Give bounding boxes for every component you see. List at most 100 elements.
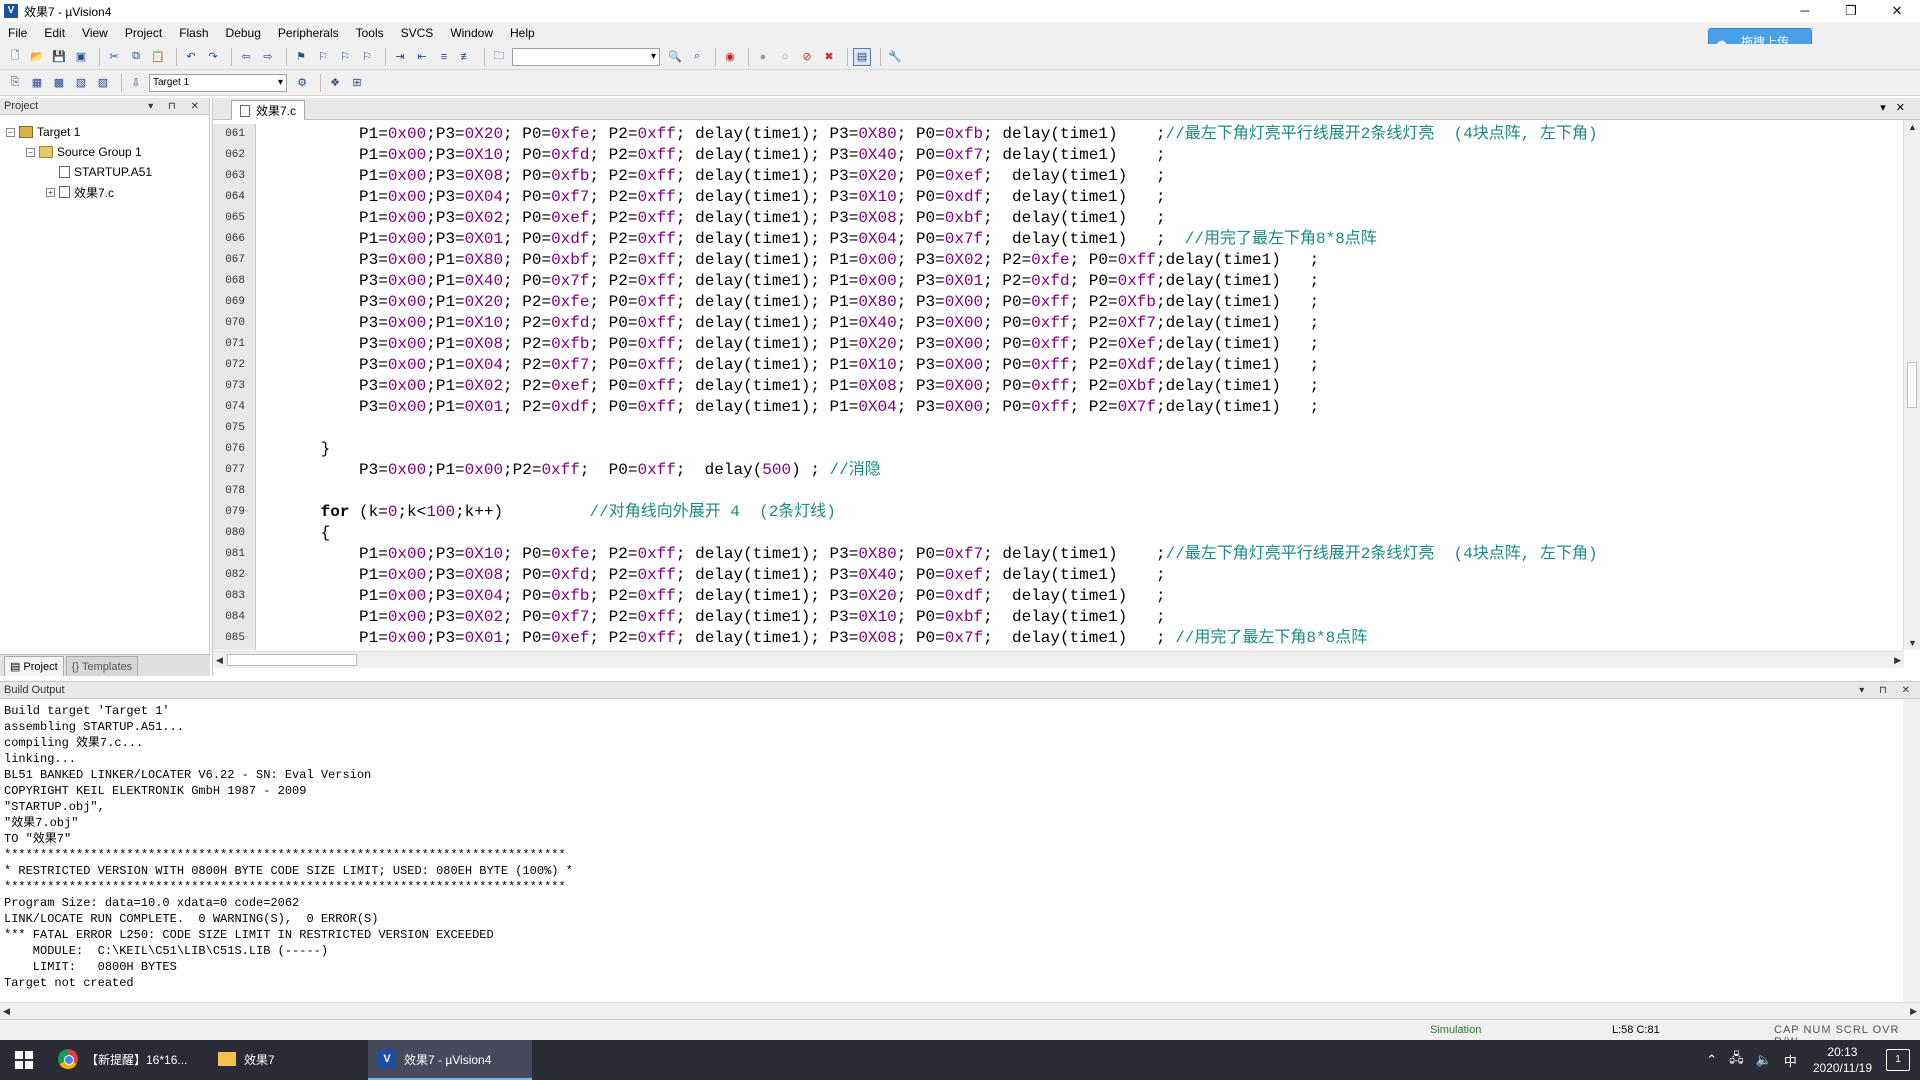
network-icon[interactable]: 🖧: [1729, 1049, 1744, 1071]
undo-icon[interactable]: ↶: [182, 48, 200, 66]
menu-tools[interactable]: Tools: [356, 26, 384, 40]
code-area[interactable]: P1=0x00;P3=0X20; P0=0xfe; P2=0xff; delay…: [263, 124, 1903, 650]
target-options-icon[interactable]: ⚙: [293, 74, 311, 92]
cut-icon[interactable]: ✂: [105, 48, 123, 66]
find-in-files-icon[interactable]: 🗀: [490, 48, 508, 66]
target-select-value: Target 1: [153, 77, 190, 88]
scroll-down-icon[interactable]: ▼: [1908, 638, 1917, 648]
incremental-find-icon[interactable]: ⌕: [688, 48, 706, 66]
select-packs-icon[interactable]: ⊞: [348, 74, 366, 92]
build-output-title: Build Output: [4, 684, 65, 696]
start-button[interactable]: [0, 1040, 48, 1080]
taskbar-item-uvision[interactable]: V 效果7 - µVision4: [368, 1040, 532, 1080]
taskbar-item-folder[interactable]: 效果7: [208, 1040, 368, 1080]
download-icon[interactable]: ⇩: [127, 74, 145, 92]
vertical-scrollbar[interactable]: ▲ ▼: [1903, 120, 1920, 650]
bookmark-prev-icon[interactable]: ⚐: [314, 48, 332, 66]
bookmark-next-icon[interactable]: ⚐: [336, 48, 354, 66]
new-file-icon[interactable]: 🗋: [6, 48, 24, 66]
panel-controls[interactable]: ▾ ⊓ ✕: [148, 101, 205, 112]
bookmark-clear-icon[interactable]: ⚐: [358, 48, 376, 66]
unindent-icon[interactable]: ⇤: [413, 48, 431, 66]
notification-center-icon[interactable]: 1: [1886, 1049, 1910, 1071]
clock[interactable]: 20:13 2020/11/19: [1813, 1044, 1872, 1076]
build-output-text[interactable]: Build target 'Target 1' assembling STARTU…: [4, 703, 573, 991]
breakpoint-kill-all-icon[interactable]: ✖: [820, 48, 838, 66]
rebuild-icon[interactable]: ▩: [50, 74, 68, 92]
scroll-left-icon[interactable]: ◀: [216, 655, 223, 666]
tab-templates[interactable]: {} Templates: [65, 656, 139, 676]
translate-icon[interactable]: ⎘: [6, 74, 24, 92]
line-number: 081: [225, 548, 245, 560]
save-all-icon[interactable]: ▣: [72, 48, 90, 66]
tree-item-source-file[interactable]: + 效果7.c: [6, 182, 152, 202]
panel-controls[interactable]: ▾ ⊓ ✕: [1859, 685, 1916, 696]
minimize-button[interactable]: ─: [1782, 0, 1828, 22]
ime-indicator[interactable]: 中: [1784, 1051, 1797, 1070]
menu-project[interactable]: Project: [125, 26, 162, 40]
nav-forward-icon[interactable]: ⇨: [259, 48, 277, 66]
maximize-button[interactable]: ❐: [1828, 0, 1874, 22]
chevron-up-icon[interactable]: ⌃: [1706, 1052, 1717, 1068]
scroll-right-icon[interactable]: ▶: [1894, 655, 1901, 666]
close-button[interactable]: ✕: [1874, 0, 1920, 22]
toolbar-separator: [286, 47, 287, 66]
uncomment-icon[interactable]: ≢: [457, 48, 475, 66]
copy-icon[interactable]: ⧉: [127, 48, 145, 66]
menu-peripherals[interactable]: Peripherals: [278, 26, 339, 40]
collapse-icon[interactable]: −: [6, 127, 15, 137]
horizontal-scrollbar[interactable]: ◀ ▶: [213, 651, 1904, 668]
toolbar-separator: [385, 47, 386, 66]
open-file-icon[interactable]: 📂: [28, 48, 46, 66]
stop-build-icon[interactable]: ▨: [94, 74, 112, 92]
taskbar-item-chrome[interactable]: 【新提醒】16*16...: [48, 1040, 208, 1080]
project-tab-icon: ▤: [10, 661, 21, 673]
menu-view[interactable]: View: [82, 26, 108, 40]
window-layout-icon[interactable]: ▤: [853, 47, 871, 66]
redo-icon[interactable]: ↷: [204, 48, 222, 66]
scroll-thumb[interactable]: [1907, 362, 1917, 408]
find-combo[interactable]: ▾: [512, 47, 660, 66]
menu-window[interactable]: Window: [450, 26, 493, 40]
debug-session-icon[interactable]: ◉: [721, 48, 739, 66]
find-icon[interactable]: 🔍: [666, 48, 684, 66]
title-bar: V 效果7 - µVision4 ─ ❐ ✕: [0, 0, 1920, 22]
target-select[interactable]: Target 1 ▾: [149, 73, 287, 92]
vertical-scrollbar[interactable]: [1903, 699, 1920, 1003]
collapse-icon[interactable]: −: [26, 147, 35, 157]
paste-icon[interactable]: 📋: [149, 48, 167, 66]
indent-icon[interactable]: ⇥: [391, 48, 409, 66]
line-number: 072: [225, 359, 245, 371]
scroll-right-icon[interactable]: ▶: [1910, 1006, 1917, 1017]
menu-help[interactable]: Help: [510, 26, 535, 40]
configure-icon[interactable]: 🔧: [886, 48, 904, 66]
horizontal-scrollbar[interactable]: ◀ ▶: [0, 1002, 1920, 1019]
tree-item-target[interactable]: − Target 1: [6, 122, 152, 142]
bookmark-toggle-icon[interactable]: ⚑: [292, 48, 310, 66]
scroll-left-icon[interactable]: ◀: [3, 1006, 10, 1017]
menu-svcs[interactable]: SVCS: [401, 26, 434, 40]
breakpoint-disable-icon[interactable]: ⊘: [798, 48, 816, 66]
breakpoint-insert-icon[interactable]: ●: [754, 48, 772, 66]
batch-build-icon[interactable]: ▧: [72, 74, 90, 92]
expand-icon[interactable]: +: [46, 187, 55, 197]
tab-source-file[interactable]: 效果7.c: [231, 100, 306, 120]
tree-item-source-group[interactable]: − Source Group 1: [6, 142, 152, 162]
menu-flash[interactable]: Flash: [179, 26, 208, 40]
code-line: for (k=0;k<100;k++) //对角线向外展开 4 (2条灯线): [320, 503, 836, 521]
menu-edit[interactable]: Edit: [44, 26, 65, 40]
build-icon[interactable]: ▦: [28, 74, 46, 92]
scroll-thumb[interactable]: [227, 654, 357, 666]
manage-components-icon[interactable]: ❖: [326, 74, 344, 92]
menu-debug[interactable]: Debug: [226, 26, 261, 40]
tab-project[interactable]: ▤ Project: [4, 656, 64, 676]
nav-back-icon[interactable]: ⇦: [237, 48, 255, 66]
editor-tab-controls[interactable]: ▾✕: [1880, 101, 1915, 114]
save-icon[interactable]: 💾: [50, 48, 68, 66]
breakpoint-enable-icon[interactable]: ○: [776, 48, 794, 66]
comment-icon[interactable]: ≡: [435, 48, 453, 66]
tree-item-startup[interactable]: STARTUP.A51: [6, 162, 152, 182]
menu-file[interactable]: File: [8, 26, 27, 40]
volume-icon[interactable]: 🔈: [1756, 1052, 1772, 1068]
scroll-up-icon[interactable]: ▲: [1908, 122, 1917, 132]
